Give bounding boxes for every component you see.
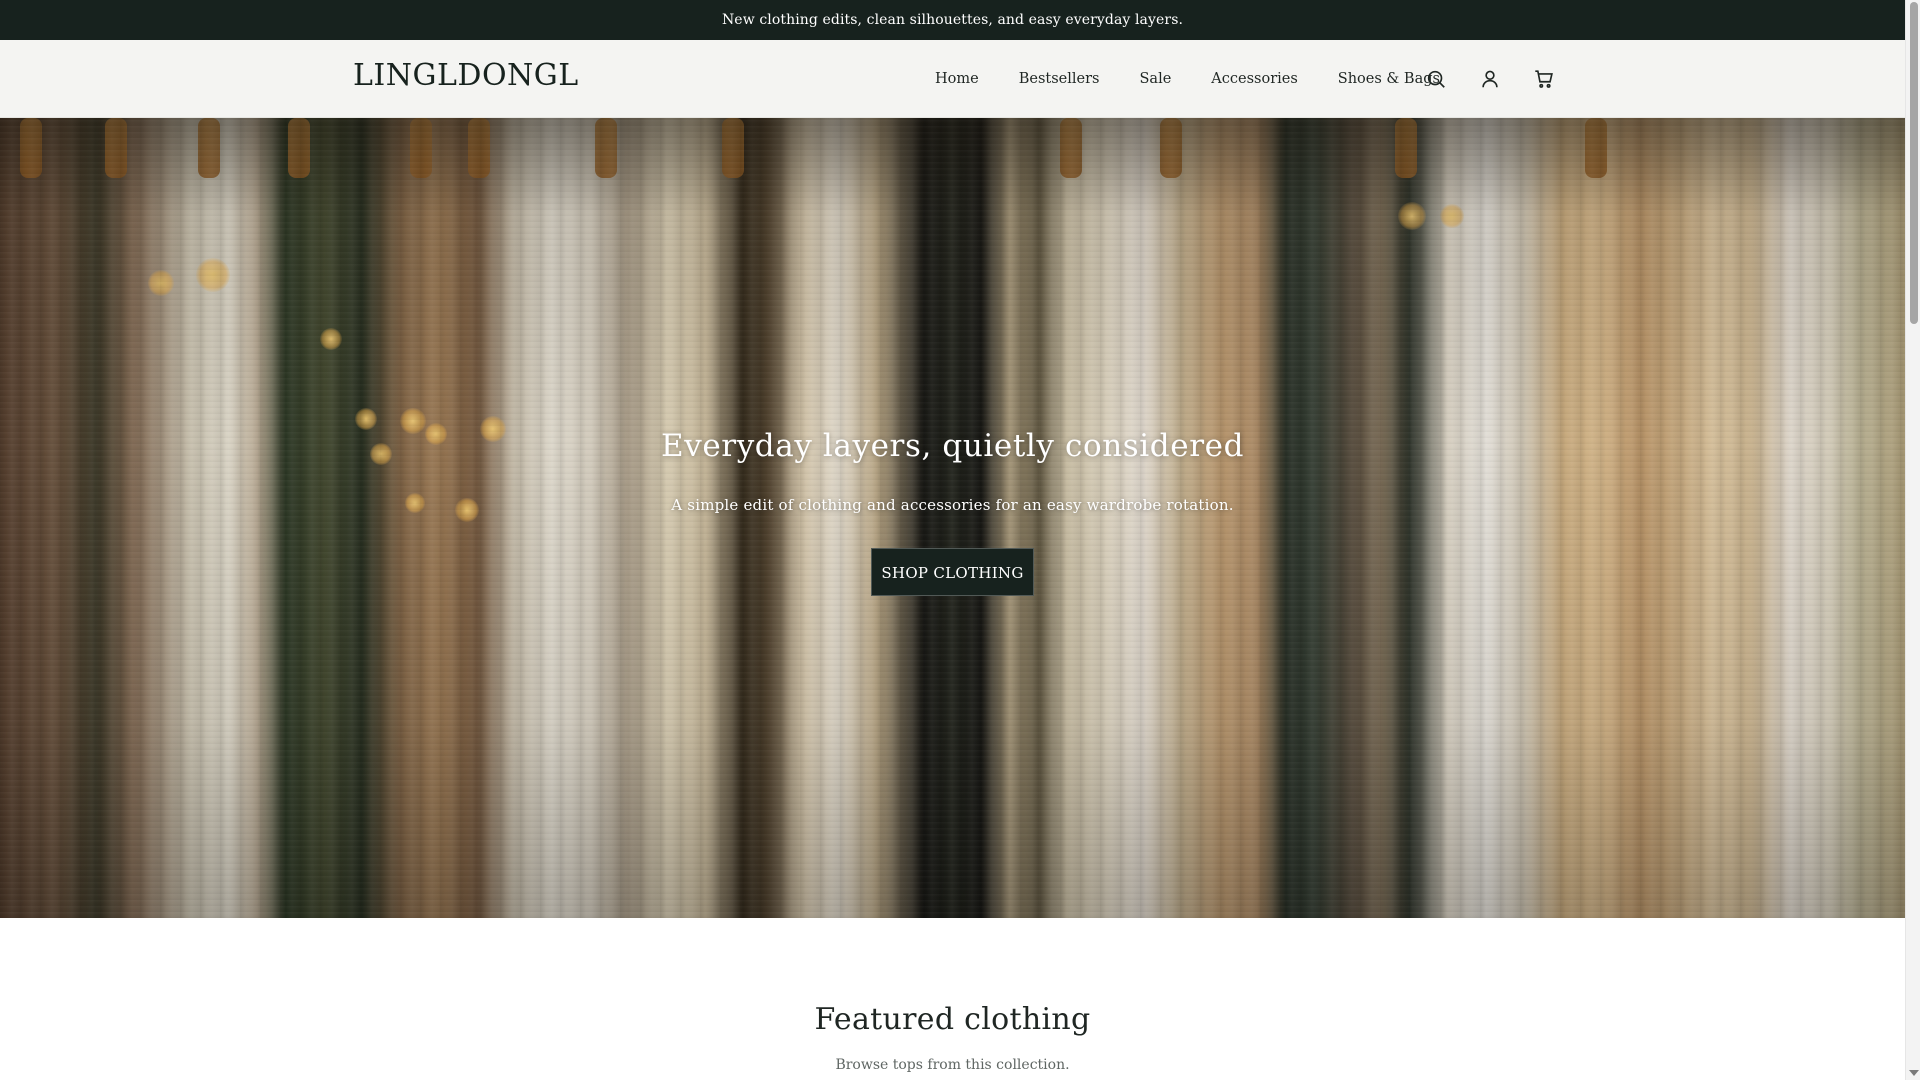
nav-sale[interactable]: Sale [1139, 71, 1171, 87]
search-icon[interactable] [1424, 67, 1448, 91]
announcement-bar: New clothing edits, clean silhouettes, a… [0, 0, 1905, 40]
account-icon[interactable] [1478, 67, 1502, 91]
hero-banner: Everyday layers, quietly considered A si… [0, 118, 1905, 918]
hero-subtitle: A simple edit of clothing and accessorie… [671, 496, 1234, 514]
nav-home[interactable]: Home [935, 71, 979, 87]
header-icons [1424, 40, 1556, 118]
page-scrollbar[interactable] [1905, 0, 1920, 1080]
featured-subtitle: Browse tops from this collection. [835, 1057, 1070, 1073]
site-header: LINGLDONGL Home Bestsellers Sale Accesso… [0, 40, 1905, 118]
featured-section: Featured clothing Browse tops from this … [0, 918, 1905, 1080]
nav-accessories[interactable]: Accessories [1211, 71, 1298, 87]
featured-title: Featured clothing [814, 1002, 1091, 1037]
scrollbar-thumb[interactable] [1910, 2, 1918, 324]
site-logo[interactable]: LINGLDONGL [353, 58, 579, 93]
scroll-down-arrow-icon[interactable] [1909, 1070, 1919, 1076]
hero-content: Everyday layers, quietly considered A si… [0, 428, 1905, 596]
page: New clothing edits, clean silhouettes, a… [0, 0, 1905, 1080]
main-nav: Home Bestsellers Sale Accessories Shoes … [935, 40, 1440, 118]
shop-clothing-button[interactable]: SHOP CLOTHING [871, 548, 1034, 596]
cart-icon[interactable] [1532, 67, 1556, 91]
nav-bestsellers[interactable]: Bestsellers [1019, 71, 1100, 87]
announcement-text: New clothing edits, clean silhouettes, a… [721, 12, 1184, 28]
hero-title: Everyday layers, quietly considered [660, 428, 1245, 464]
